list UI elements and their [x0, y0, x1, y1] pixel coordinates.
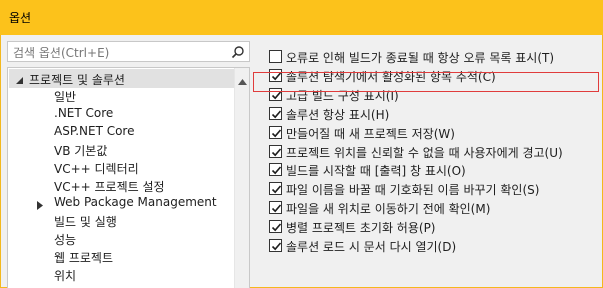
scroll-up-arrow-icon[interactable] — [238, 74, 247, 85]
title-bar[interactable]: 옵션 — [0, 0, 603, 35]
tree-item-label: Web Package Management — [54, 195, 217, 210]
expanded-arrow-icon[interactable] — [15, 74, 24, 84]
option-label: 프로젝트 위치를 신뢰할 수 없을 때 사용자에게 경고(U) — [286, 145, 563, 160]
tree-item[interactable]: ASP.NET Core — [54, 124, 134, 138]
tree-item[interactable]: VC++ 프로젝트 설정 — [54, 178, 165, 195]
option-label: 빌드를 시작할 때 [출력] 창 표시(O) — [286, 164, 466, 179]
tree-item-label: VC++ 프로젝트 설정 — [54, 179, 165, 194]
checkbox-checked[interactable] — [269, 163, 282, 177]
option-checkbox-row[interactable]: 오류로 인해 빌드가 종료될 때 항상 오류 목록 표시(T) — [269, 50, 599, 67]
window-title: 옵션 — [9, 11, 32, 25]
checkbox-unchecked[interactable] — [269, 50, 282, 63]
tree-item-label: 성능 — [54, 233, 77, 248]
tree-item-projects-and-solutions[interactable]: 프로젝트 및 솔루션 — [9, 69, 234, 88]
tree-item-label: 프로젝트 및 솔루션 — [29, 73, 125, 87]
option-checkbox-row[interactable]: 파일을 새 위치로 이동하기 전에 확인(M) — [269, 201, 599, 218]
checkbox-checked[interactable] — [269, 182, 282, 196]
checkbox-checked[interactable] — [269, 239, 282, 252]
tree-item[interactable]: Web Package Management — [37, 195, 217, 211]
collapsed-arrow-icon[interactable] — [37, 199, 44, 211]
option-checkbox-row[interactable]: 솔루션 항상 표시(H) — [269, 106, 599, 124]
checkbox-checked[interactable] — [269, 125, 282, 139]
option-checkbox-row[interactable]: 빌드를 시작할 때 [출력] 창 표시(O) — [269, 163, 599, 180]
tree-item-label: VC++ 디렉터리 — [54, 161, 139, 176]
checkbox-checked[interactable] — [269, 106, 282, 120]
option-checkbox-row[interactable]: 병렬 프로젝트 초기화 허용(P) — [269, 220, 599, 237]
tree-item[interactable]: 성능 — [54, 231, 76, 248]
checkbox-checked[interactable] — [269, 144, 282, 158]
option-checkbox-row[interactable]: 파일 이름을 바꿀 때 기호화된 이름 바꾸기 확인(S) — [269, 182, 599, 199]
tree-item-label: 일반 — [54, 90, 77, 104]
checkbox-checked[interactable] — [269, 220, 282, 234]
option-label: 만들어질 때 새 프로젝트 저장(W) — [286, 126, 455, 141]
option-label: 솔루션 로드 시 문서 다시 열기(D) — [286, 240, 457, 254]
search-placeholder: 검색 옵션(Ctrl+E) — [13, 46, 110, 60]
tree-item[interactable]: 위치 — [54, 267, 76, 284]
checkbox-checked[interactable] — [269, 201, 282, 215]
highlight-annotation-box — [253, 72, 599, 92]
option-checkbox-row[interactable]: 만들어질 때 새 프로젝트 저장(W) — [269, 125, 599, 143]
options-tree[interactable]: 프로젝트 및 솔루션 일반 .NET Core ASP.NET Core VB 기본값… — [7, 67, 250, 288]
option-label: 병렬 프로젝트 초기화 허용(P) — [286, 221, 436, 236]
tree-item[interactable]: 빌드 및 실행 — [54, 213, 117, 230]
option-label: 파일을 새 위치로 이동하기 전에 확인(M) — [286, 202, 491, 217]
tree-item-label: .NET Core — [54, 105, 114, 120]
tree-scrollbar[interactable] — [234, 68, 249, 288]
tree-item-label: 빌드 및 실행 — [54, 215, 117, 230]
tree-item[interactable]: 웹 프로젝트 — [54, 249, 113, 266]
tree-item-label: 위치 — [54, 269, 77, 283]
tree-item-label: ASP.NET Core — [54, 123, 135, 138]
tree-item-label: VB 기본값 — [54, 143, 108, 158]
search-icon[interactable] — [231, 45, 245, 59]
option-label: 파일 이름을 바꿀 때 기호화된 이름 바꾸기 확인(S) — [286, 183, 540, 198]
option-label: 솔루션 항상 표시(H) — [286, 107, 390, 122]
option-checkbox-row[interactable]: 프로젝트 위치를 신뢰할 수 없을 때 사용자에게 경고(U) — [269, 144, 599, 162]
tree-item[interactable]: VB 기본값 — [54, 142, 107, 159]
option-label: 오류로 인해 빌드가 종료될 때 항상 오류 목록 표시(T) — [286, 51, 555, 65]
tree-item[interactable]: .NET Core — [54, 106, 113, 120]
option-checkbox-row[interactable]: 솔루션 로드 시 문서 다시 열기(D) — [269, 239, 599, 256]
tree-item[interactable]: 일반 — [54, 88, 76, 105]
search-input[interactable]: 검색 옵션(Ctrl+E) — [7, 41, 250, 62]
tree-item[interactable]: VC++ 디렉터리 — [54, 160, 139, 177]
tree-item-label: 웹 프로젝트 — [54, 251, 114, 266]
